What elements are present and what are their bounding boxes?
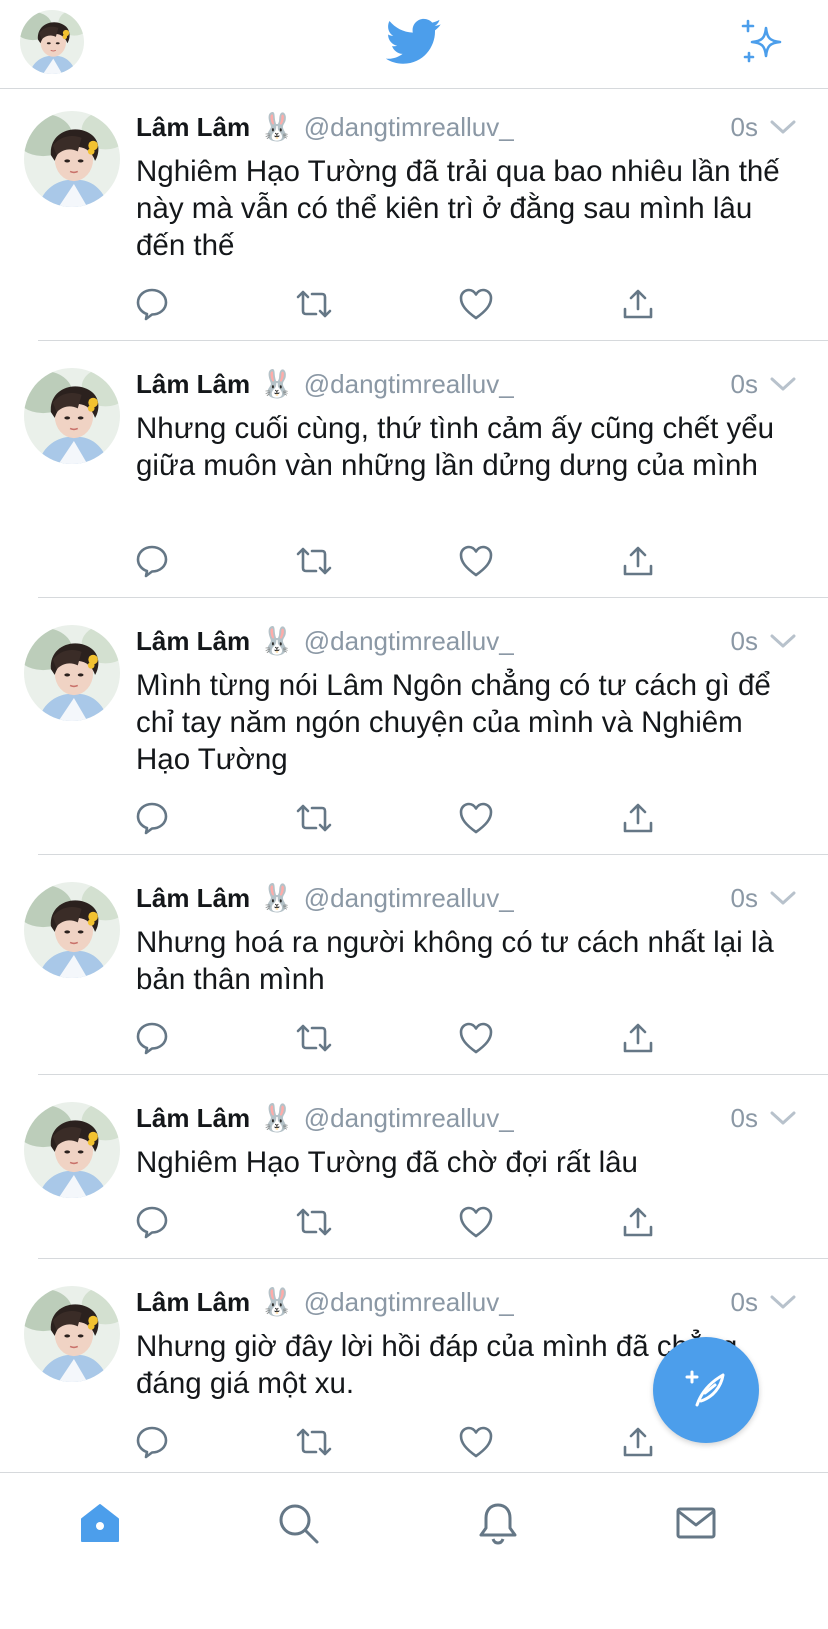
chevron-down-icon[interactable] [770,119,796,140]
rabbit-emoji: 🐰 [260,1287,294,1318]
retweet-icon[interactable] [294,1423,334,1461]
tweet-text: Nghiêm Hạo Tường đã chờ đợi rất lâu [136,1146,638,1179]
reply-icon[interactable] [132,1203,172,1241]
author-name[interactable]: Lâm Lâm [136,112,250,143]
share-icon[interactable] [618,1203,658,1241]
rabbit-emoji: 🐰 [260,369,294,400]
author-avatar[interactable] [24,1286,120,1382]
rabbit-emoji: 🐰 [260,112,294,143]
tweet-time: 0s [730,1287,758,1317]
rabbit-emoji: 🐰 [260,626,294,657]
rabbit-emoji: 🐰 [260,883,294,914]
like-icon[interactable] [456,799,496,837]
profile-avatar[interactable] [20,10,84,74]
author-handle[interactable]: @dangtimrealluv_ [304,883,514,914]
reply-icon[interactable] [132,1019,172,1057]
retweet-icon[interactable] [294,542,334,580]
chevron-down-icon[interactable] [770,890,796,911]
bottom-tab-bar [0,1472,828,1629]
author-name[interactable]: Lâm Lâm [136,1103,250,1134]
reply-icon[interactable] [132,1423,172,1461]
tweet-text: Mình từng nói Lâm Ngôn chẳng có tư cách … [136,669,771,776]
tweet[interactable]: Lâm Lâm 🐰 @dangtimrealluv_ 0s Nghiêm Hạo… [0,1080,828,1264]
tweet-actions [136,1019,696,1057]
chevron-down-icon[interactable] [770,1110,796,1131]
twitter-bird-icon [385,18,442,71]
share-icon[interactable] [618,542,658,580]
author-name[interactable]: Lâm Lâm [136,1287,250,1318]
author-name[interactable]: Lâm Lâm [136,626,250,657]
share-icon[interactable] [618,285,658,323]
divider [38,340,828,341]
tweet[interactable]: Lâm Lâm 🐰 @dangtimrealluv_ 0s Nhưng cuối… [0,346,828,603]
author-handle[interactable]: @dangtimrealluv_ [304,369,514,400]
chevron-down-icon[interactable] [770,633,796,654]
like-icon[interactable] [456,1203,496,1241]
bell-icon[interactable] [474,1499,522,1547]
retweet-icon[interactable] [294,285,334,323]
author-avatar[interactable] [24,625,120,721]
top-nav-bar [0,0,828,89]
author-name[interactable]: Lâm Lâm [136,883,250,914]
tweet-text: Nhưng hoá ra người không có tư cách nhất… [136,926,774,996]
tweet-time: 0s [730,1103,758,1133]
tweet[interactable]: Lâm Lâm 🐰 @dangtimrealluv_ 0s Mình từng … [0,603,828,860]
author-handle[interactable]: @dangtimrealluv_ [304,626,514,657]
timeline-feed: Lâm Lâm 🐰 @dangtimrealluv_ 0s Nghiêm Hạo… [0,89,828,1474]
retweet-icon[interactable] [294,1019,334,1057]
retweet-icon[interactable] [294,1203,334,1241]
author-avatar[interactable] [24,882,120,978]
author-avatar[interactable] [24,111,120,207]
tweet-time: 0s [730,626,758,656]
tweet-actions [136,542,696,580]
tweet[interactable]: Lâm Lâm 🐰 @dangtimrealluv_ 0s Nhưng hoá … [0,860,828,1080]
tweet-time: 0s [730,369,758,399]
mail-icon[interactable] [672,1499,720,1547]
compose-feather-icon [681,1363,731,1418]
author-handle[interactable]: @dangtimrealluv_ [304,1103,514,1134]
author-name[interactable]: Lâm Lâm [136,369,250,400]
reply-icon[interactable] [132,799,172,837]
tweet-actions [136,1423,696,1461]
tweet-time: 0s [730,883,758,913]
compose-tweet-button[interactable] [653,1337,759,1443]
chevron-down-icon[interactable] [770,1294,796,1315]
author-handle[interactable]: @dangtimrealluv_ [304,112,514,143]
author-handle[interactable]: @dangtimrealluv_ [304,1287,514,1318]
author-avatar[interactable] [24,1102,120,1198]
search-icon[interactable] [274,1499,322,1547]
like-icon[interactable] [456,285,496,323]
author-avatar[interactable] [24,368,120,464]
retweet-icon[interactable] [294,799,334,837]
tweet[interactable]: Lâm Lâm 🐰 @dangtimrealluv_ 0s Nghiêm Hạo… [0,89,828,346]
tweet-actions [136,1203,696,1241]
share-icon[interactable] [618,799,658,837]
home-icon[interactable] [76,1499,124,1547]
tweet-actions [136,799,696,837]
sparkle-icon[interactable] [738,18,786,71]
share-icon[interactable] [618,1019,658,1057]
like-icon[interactable] [456,1019,496,1057]
like-icon[interactable] [456,542,496,580]
like-icon[interactable] [456,1423,496,1461]
reply-icon[interactable] [132,285,172,323]
tweet-text: Nghiêm Hạo Tường đã trải qua bao nhiêu l… [136,155,780,262]
divider [38,1074,828,1075]
reply-icon[interactable] [132,542,172,580]
divider [38,1258,828,1259]
chevron-down-icon[interactable] [770,376,796,397]
rabbit-emoji: 🐰 [260,1103,294,1134]
share-icon[interactable] [618,1423,658,1461]
tweet-time: 0s [730,112,758,142]
tweet-text: Nhưng cuối cùng, thứ tình cảm ấy cũng ch… [136,412,775,482]
tweet-actions [136,285,696,323]
divider [38,597,828,598]
divider [38,854,828,855]
